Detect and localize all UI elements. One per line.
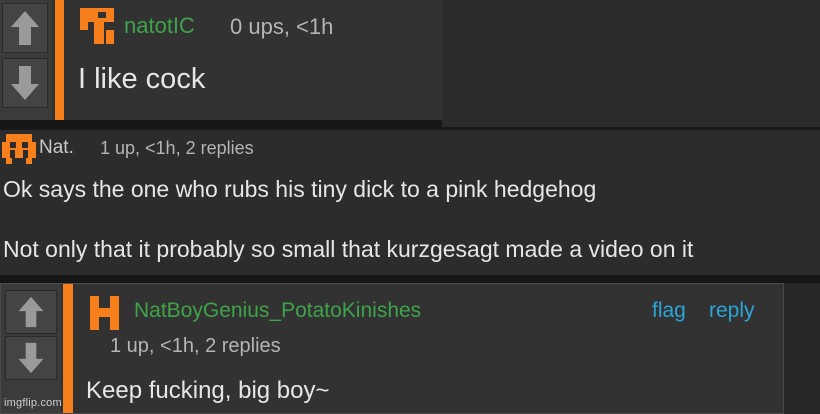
pixel-avatar-icon[interactable] (2, 134, 36, 164)
comment-3: NatBoyGenius_PotatoKinishes flag reply 1… (0, 283, 784, 414)
vote-column (1, 284, 61, 413)
reply-accent-bar (55, 0, 64, 120)
arrow-up-icon (18, 296, 44, 328)
background-area (442, 0, 820, 127)
pixel-avatar-icon[interactable] (80, 8, 116, 46)
arrow-down-icon (18, 342, 44, 374)
comment-meta: 1 up, <1h, 2 replies (110, 335, 281, 357)
pixel-avatar-icon[interactable] (90, 296, 120, 330)
comment-meta: 0 ups, <1h (230, 14, 334, 39)
downvote-button[interactable] (5, 336, 57, 380)
arrow-down-icon (11, 66, 39, 100)
reply-link[interactable]: reply (709, 299, 755, 323)
arrow-up-icon (11, 11, 39, 45)
flag-link[interactable]: flag (652, 299, 686, 323)
upvote-button[interactable] (2, 3, 48, 53)
comment-text: Keep fucking, big boy~ (86, 377, 330, 404)
comment-1: natotIC 0 ups, <1h I like cock (0, 0, 442, 120)
comment-text-line: Ok says the one who rubs his tiny dick t… (3, 176, 597, 202)
comment-username[interactable]: NatBoyGenius_PotatoKinishes (134, 299, 421, 323)
watermark: imgflip.com (4, 397, 62, 409)
divider (0, 127, 820, 130)
vote-column (0, 0, 52, 120)
comment-username[interactable]: Nat. (39, 137, 74, 159)
comment-text-line: Not only that it probably so small that … (3, 236, 694, 262)
comment-2: Nat. 1 up, <1h, 2 replies Ok says the on… (0, 127, 820, 277)
comment-meta: 1 up, <1h, 2 replies (100, 138, 254, 158)
comment-text: I like cock (78, 63, 206, 95)
divider (0, 275, 820, 283)
upvote-button[interactable] (5, 290, 57, 334)
reply-accent-bar (63, 284, 73, 413)
downvote-button[interactable] (2, 58, 48, 108)
comment-username[interactable]: natotIC (124, 13, 195, 39)
background-area (784, 283, 820, 414)
divider (0, 120, 442, 127)
